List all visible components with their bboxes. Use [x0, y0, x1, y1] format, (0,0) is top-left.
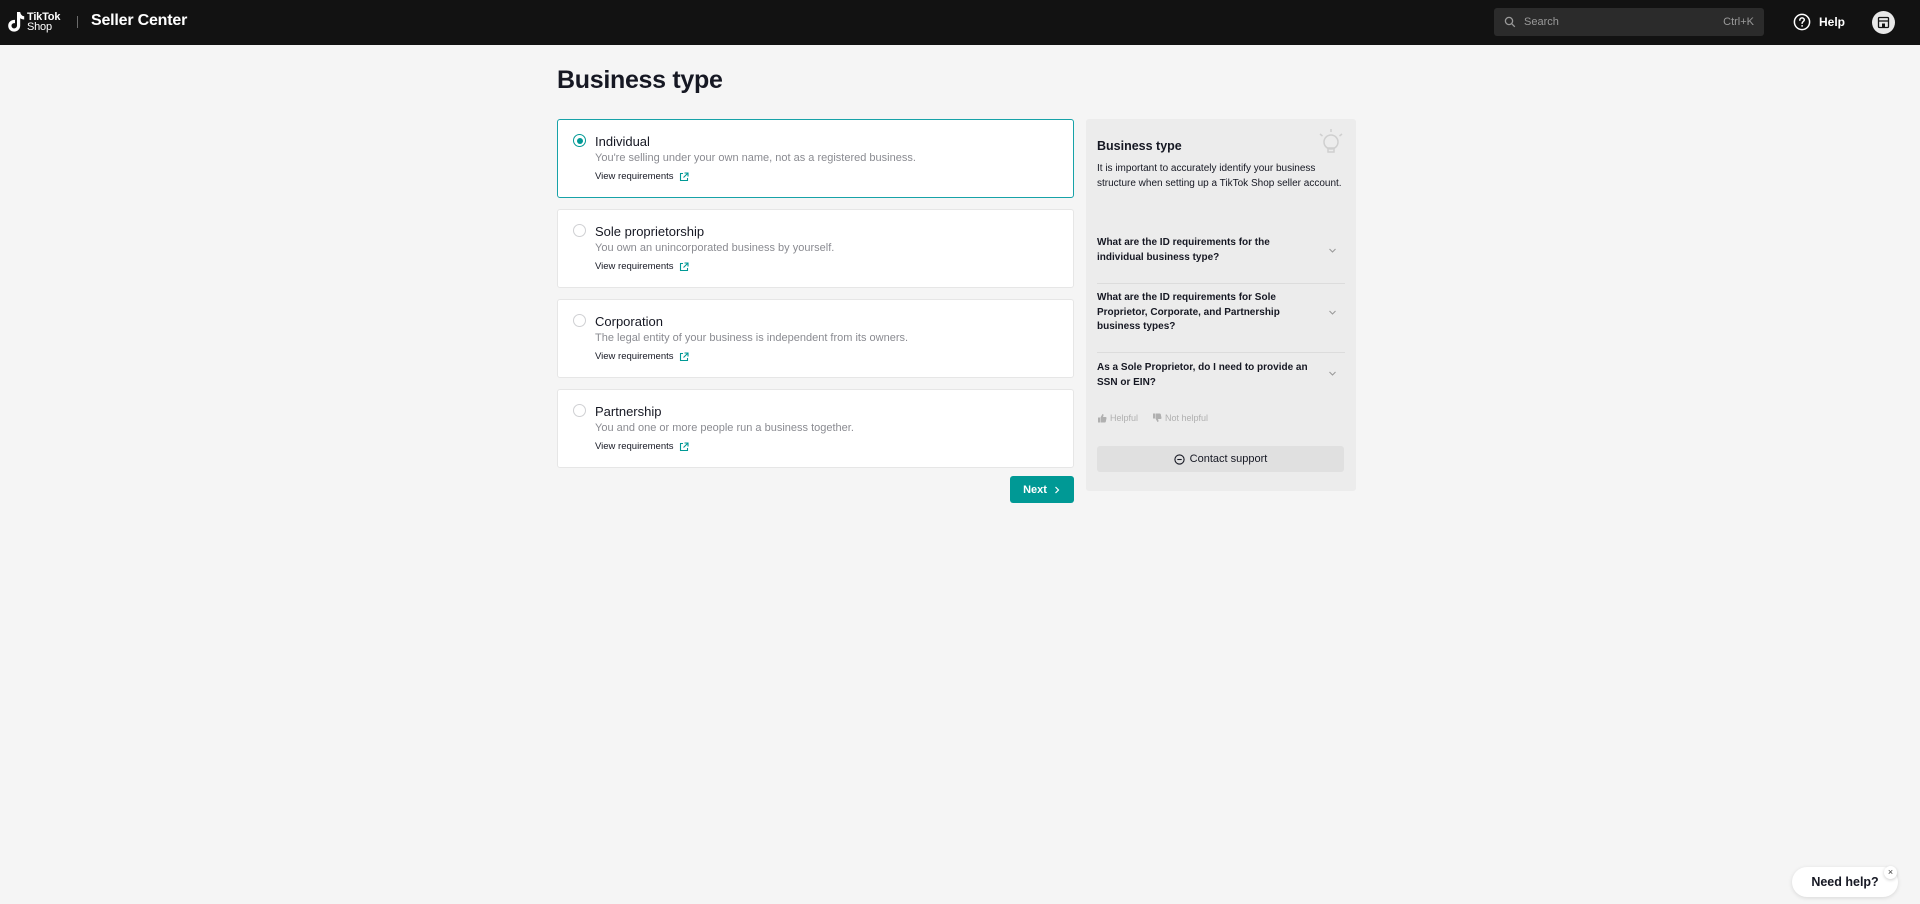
option-corporation[interactable]: Corporation The legal entity of your bus…: [557, 299, 1074, 378]
radio-individual[interactable]: [573, 134, 586, 147]
option-title: Corporation: [595, 314, 663, 329]
external-link-icon: [679, 171, 689, 181]
logo-line-2: Shop: [27, 21, 52, 33]
view-requirements-label: View requirements: [595, 261, 674, 272]
shop-avatar[interactable]: [1872, 11, 1895, 34]
faq-question: What are the ID requirements for Sole Pr…: [1097, 292, 1280, 332]
external-link-icon: [679, 441, 689, 451]
tiktok-logo-icon: [8, 12, 25, 32]
page-title: Business type: [557, 66, 723, 94]
tiktok-shop-logo[interactable]: TikTok Shop: [6, 10, 60, 34]
panel-description: It is important to accurately identify y…: [1097, 163, 1342, 189]
external-link-icon: [679, 351, 689, 361]
help-button[interactable]: Help: [1793, 13, 1845, 31]
next-button[interactable]: Next: [1010, 476, 1074, 503]
view-requirements-label: View requirements: [595, 441, 674, 452]
helpful-label: Helpful: [1110, 413, 1139, 423]
option-description: The legal entity of your business is ind…: [595, 332, 909, 344]
need-help-label: Need help?: [1811, 875, 1879, 889]
external-link-icon: [679, 261, 689, 271]
view-requirements-link[interactable]: View requirements: [595, 171, 689, 182]
view-requirements-label: View requirements: [595, 171, 674, 182]
view-requirements-label: View requirements: [595, 351, 674, 362]
view-requirements-link[interactable]: View requirements: [595, 441, 689, 452]
view-requirements-link[interactable]: View requirements: [595, 261, 689, 272]
chat-icon: [1174, 453, 1185, 465]
search-input[interactable]: Search Ctrl+K: [1494, 8, 1764, 36]
thumbs-up-icon: [1098, 414, 1107, 423]
not-helpful-label: Not helpful: [1165, 413, 1209, 423]
app-title: Seller Center: [91, 12, 188, 29]
option-title: Sole proprietorship: [595, 224, 705, 239]
help-label: Help: [1819, 15, 1846, 29]
view-requirements-link[interactable]: View requirements: [595, 351, 689, 362]
option-partnership[interactable]: Partnership You and one or more people r…: [557, 389, 1074, 468]
option-sole-proprietorship[interactable]: Sole proprietorship You own an unincorpo…: [557, 209, 1074, 288]
option-description: You're selling under your own name, not …: [595, 152, 916, 164]
option-title: Individual: [595, 134, 650, 149]
option-title: Partnership: [595, 404, 662, 419]
faq-question: What are the ID requirements for the ind…: [1097, 237, 1270, 263]
option-description: You own an unincorporated business by yo…: [595, 242, 835, 254]
search-placeholder: Search: [1524, 16, 1559, 28]
header-divider: [77, 16, 78, 28]
option-individual[interactable]: Individual You're selling under your own…: [557, 119, 1074, 198]
help-icon: [1793, 13, 1811, 31]
faq-question: As a Sole Proprietor, do I need to provi…: [1097, 362, 1308, 388]
next-label: Next: [1023, 483, 1047, 496]
faq-item[interactable]: As a Sole Proprietor, do I need to provi…: [1097, 361, 1345, 395]
chevron-down-icon: [1329, 248, 1336, 253]
radio-sole-proprietorship[interactable]: [573, 224, 586, 237]
option-description: You and one or more people run a busines…: [595, 422, 854, 434]
search-shortcut: Ctrl+K: [1723, 16, 1754, 28]
top-bar: TikTok Shop Seller Center Search Ctrl+K …: [0, 0, 1920, 45]
contact-support-button[interactable]: Contact support: [1097, 446, 1344, 472]
not-helpful-button[interactable]: Not helpful: [1152, 413, 1208, 423]
helpful-button[interactable]: Helpful: [1097, 413, 1138, 423]
feedback-row: Helpful Not helpful: [1097, 413, 1222, 423]
close-icon[interactable]: ×: [1884, 866, 1897, 879]
lightbulb-icon: [1319, 129, 1343, 153]
chevron-down-icon: [1329, 310, 1336, 315]
radio-corporation[interactable]: [573, 314, 586, 327]
thumbs-down-icon: [1153, 413, 1162, 422]
need-help-button[interactable]: Need help?: [1792, 867, 1898, 897]
chevron-down-icon: [1329, 371, 1336, 376]
search-icon: [1504, 16, 1516, 28]
chevron-right-icon: [1054, 486, 1060, 493]
contact-support-label: Contact support: [1189, 453, 1268, 465]
faq-item[interactable]: What are the ID requirements for Sole Pr…: [1097, 291, 1345, 353]
panel-title: Business type: [1097, 139, 1182, 153]
help-panel: Business type It is important to accurat…: [1086, 119, 1356, 491]
radio-partnership[interactable]: [573, 404, 586, 417]
faq-item[interactable]: What are the ID requirements for the ind…: [1097, 236, 1345, 284]
store-icon: [1877, 16, 1890, 29]
